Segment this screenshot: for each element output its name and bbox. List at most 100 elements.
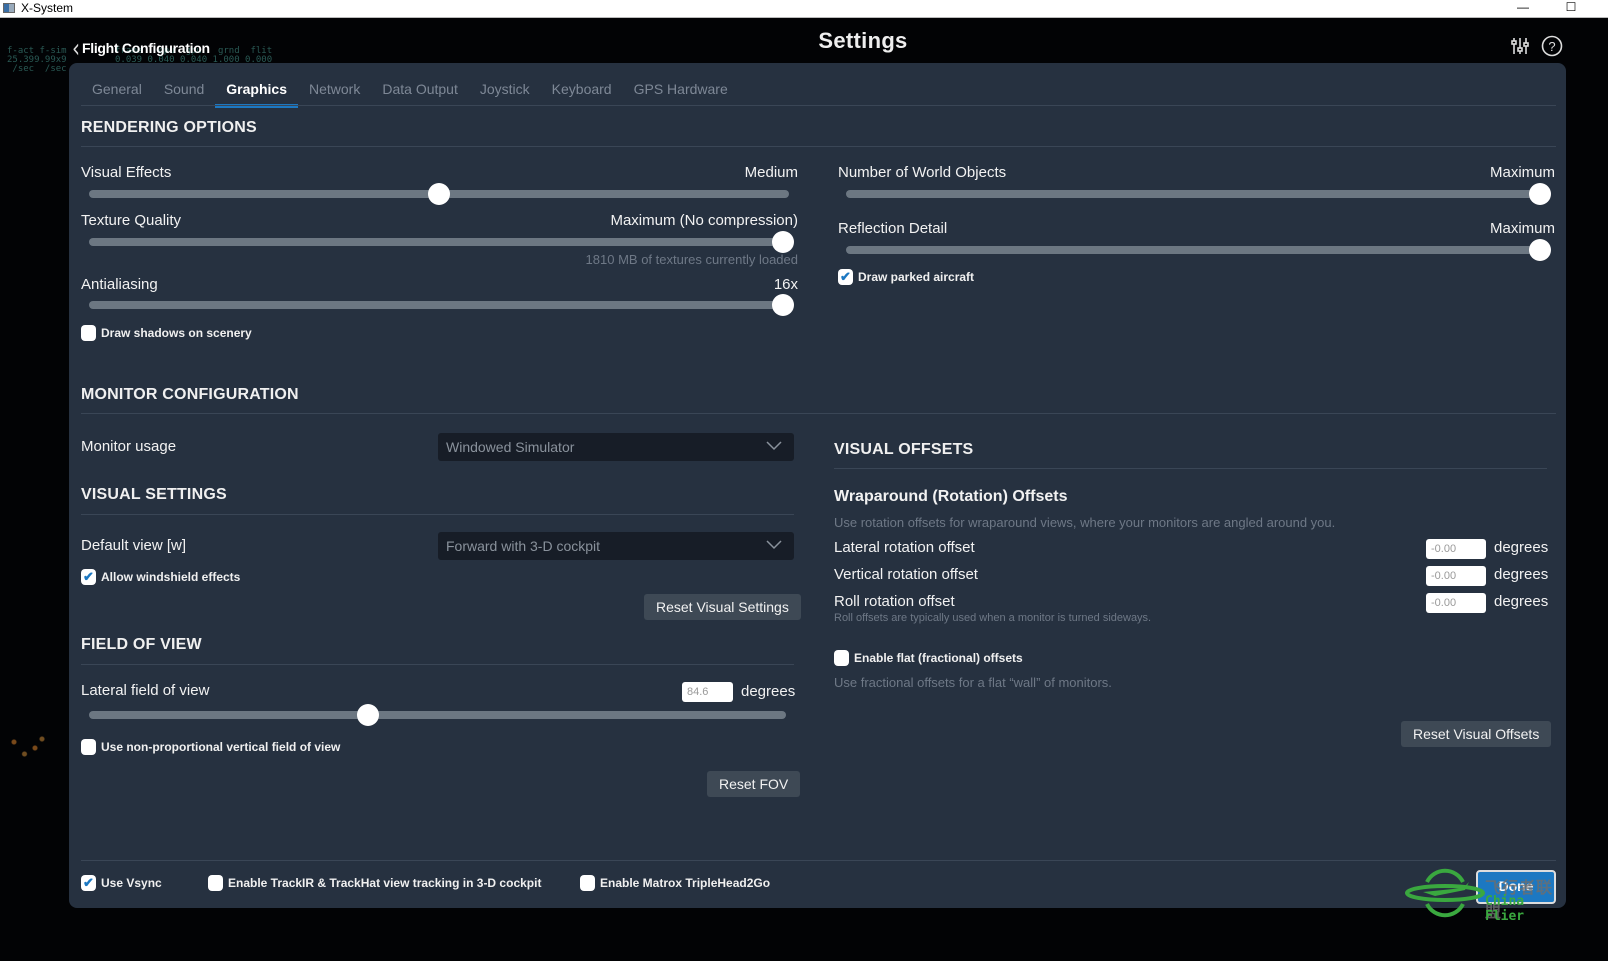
rendering-options-title: RENDERING OPTIONS [81, 119, 257, 136]
default-view-dropdown[interactable]: Forward with 3-D cockpit [438, 532, 794, 560]
visual-settings-divider [81, 514, 794, 515]
vsync-checkbox[interactable]: ✔ Use Vsync [81, 875, 162, 891]
world-objects-slider-thumb[interactable] [1529, 183, 1551, 205]
lateral-fov-label: Lateral field of view [81, 682, 210, 699]
tab-joystick[interactable]: Joystick [469, 79, 541, 103]
help-icon[interactable]: ? [1540, 34, 1564, 58]
windshield-effects-label: Allow windshield effects [101, 570, 241, 584]
city-lights [0, 718, 70, 778]
visual-effects-label: Visual Effects [81, 164, 172, 181]
lateral-rotation-label: Lateral rotation offset [834, 539, 975, 556]
tab-network[interactable]: Network [298, 79, 371, 103]
visual-effects-value: Medium [744, 164, 798, 181]
tab-gps-hardware[interactable]: GPS Hardware [623, 79, 739, 103]
wraparound-hint: Use rotation offsets for wraparound view… [834, 515, 1336, 530]
app-icon [3, 3, 15, 13]
monitor-usage-dropdown[interactable]: Windowed Simulator [438, 433, 794, 461]
footer-divider [81, 860, 1556, 861]
reflection-detail-value: Maximum [1489, 220, 1555, 237]
checkbox-box[interactable]: ✔ [81, 569, 96, 585]
wraparound-title: Wraparound (Rotation) Offsets [834, 488, 1068, 505]
visual-offsets-divider [834, 468, 1547, 469]
draw-parked-aircraft-checkbox[interactable]: ✔ Draw parked aircraft [838, 269, 974, 285]
vertical-rotation-input[interactable] [1426, 566, 1486, 586]
vertical-rotation-label: Vertical rotation offset [834, 566, 978, 583]
sliders-icon[interactable] [1508, 34, 1532, 58]
tab-sound[interactable]: Sound [153, 79, 215, 103]
non-proportional-fov-checkbox[interactable]: Use non-proportional vertical field of v… [81, 739, 340, 755]
monitor-usage-value: Windowed Simulator [446, 439, 575, 455]
windshield-effects-checkbox[interactable]: ✔ Allow windshield effects [81, 569, 240, 585]
visual-offsets-title: VISUAL OFFSETS [834, 441, 974, 458]
window-title: X-System [21, 1, 74, 15]
lateral-fov-unit: degrees [741, 683, 796, 700]
reset-fov-button[interactable]: Reset FOV [707, 771, 801, 797]
tab-keyboard[interactable]: Keyboard [541, 79, 623, 103]
flat-offsets-label: Enable flat (fractional) offsets [854, 651, 1023, 665]
lateral-fov-input[interactable] [682, 682, 733, 702]
matrox-checkbox[interactable]: Enable Matrox TripleHead2Go [580, 875, 770, 891]
rendering-divider [81, 146, 1556, 147]
monitor-configuration-title: MONITOR CONFIGURATION [81, 386, 299, 403]
maximize-button[interactable]: ☐ [1556, 0, 1586, 18]
reflection-detail-slider-thumb[interactable] [1529, 239, 1551, 261]
texture-quality-label: Texture Quality [81, 212, 182, 229]
matrox-label: Enable Matrox TripleHead2Go [600, 876, 771, 890]
checkbox-box[interactable]: ✔ [81, 875, 96, 891]
field-of-view-title: FIELD OF VIEW [81, 636, 202, 653]
world-objects-value: Maximum [1489, 164, 1555, 181]
roll-rotation-input[interactable] [1426, 593, 1486, 613]
texture-memory-note: 1810 MB of textures currently loaded [585, 252, 798, 267]
visual-effects-slider-thumb[interactable] [428, 183, 450, 205]
draw-shadows-label: Draw shadows on scenery [101, 326, 252, 340]
settings-panel: General Sound Graphics Network Data Outp… [69, 63, 1566, 908]
tab-graphics[interactable]: Graphics [215, 79, 298, 108]
tab-general[interactable]: General [81, 79, 153, 103]
checkbox-box[interactable] [834, 650, 849, 666]
reflection-detail-slider[interactable] [846, 239, 1551, 261]
done-button[interactable]: Done [1476, 870, 1556, 904]
lateral-rotation-input[interactable] [1426, 539, 1486, 559]
lateral-fov-slider[interactable] [89, 704, 786, 726]
trackir-checkbox[interactable]: Enable TrackIR & TrackHat view tracking … [208, 875, 541, 891]
roll-hint: Roll offsets are typically used when a m… [834, 612, 1152, 624]
draw-shadows-checkbox[interactable]: Draw shadows on scenery [81, 325, 252, 341]
flat-offsets-checkbox[interactable]: Enable flat (fractional) offsets [834, 650, 1023, 666]
minimize-button[interactable]: — [1508, 0, 1538, 18]
checkbox-box[interactable] [81, 739, 96, 755]
tab-bar: General Sound Graphics Network Data Outp… [81, 79, 739, 108]
reflection-detail-label: Reflection Detail [838, 220, 948, 237]
texture-quality-slider-thumb[interactable] [772, 231, 794, 253]
visual-effects-slider[interactable] [89, 183, 789, 205]
lateral-fov-slider-thumb[interactable] [356, 704, 379, 726]
checkbox-box[interactable] [208, 875, 223, 891]
antialiasing-slider[interactable] [89, 294, 794, 316]
antialiasing-label: Antialiasing [81, 276, 158, 293]
checkbox-box[interactable]: ✔ [838, 269, 853, 285]
lateral-rotation-unit: degrees [1494, 539, 1549, 556]
roll-rotation-unit: degrees [1494, 593, 1549, 610]
vsync-label: Use Vsync [101, 876, 162, 890]
trackir-label: Enable TrackIR & TrackHat view tracking … [228, 876, 542, 890]
window-titlebar: X-System — ☐ [0, 0, 1608, 18]
page-title: Settings [818, 28, 908, 53]
fov-divider [81, 664, 794, 665]
world-objects-label: Number of World Objects [838, 164, 1007, 181]
checkbox-box[interactable] [580, 875, 595, 891]
chevron-down-icon [766, 440, 794, 454]
reset-visual-settings-button[interactable]: Reset Visual Settings [644, 594, 801, 620]
visual-settings-title: VISUAL SETTINGS [81, 486, 227, 503]
default-view-label: Default view [w] [81, 537, 187, 554]
tab-divider [81, 105, 1556, 106]
checkbox-box[interactable] [81, 325, 96, 341]
default-view-value: Forward with 3-D cockpit [446, 538, 601, 554]
world-objects-slider[interactable] [846, 183, 1551, 205]
monitor-usage-label: Monitor usage [81, 438, 177, 455]
non-proportional-fov-label: Use non-proportional vertical field of v… [101, 740, 341, 754]
texture-quality-slider[interactable] [89, 231, 794, 253]
antialiasing-slider-thumb[interactable] [772, 294, 794, 316]
vertical-rotation-unit: degrees [1494, 566, 1549, 583]
svg-text:?: ? [1548, 39, 1555, 54]
tab-data-output[interactable]: Data Output [371, 79, 469, 103]
reset-visual-offsets-button[interactable]: Reset Visual Offsets [1401, 721, 1552, 747]
